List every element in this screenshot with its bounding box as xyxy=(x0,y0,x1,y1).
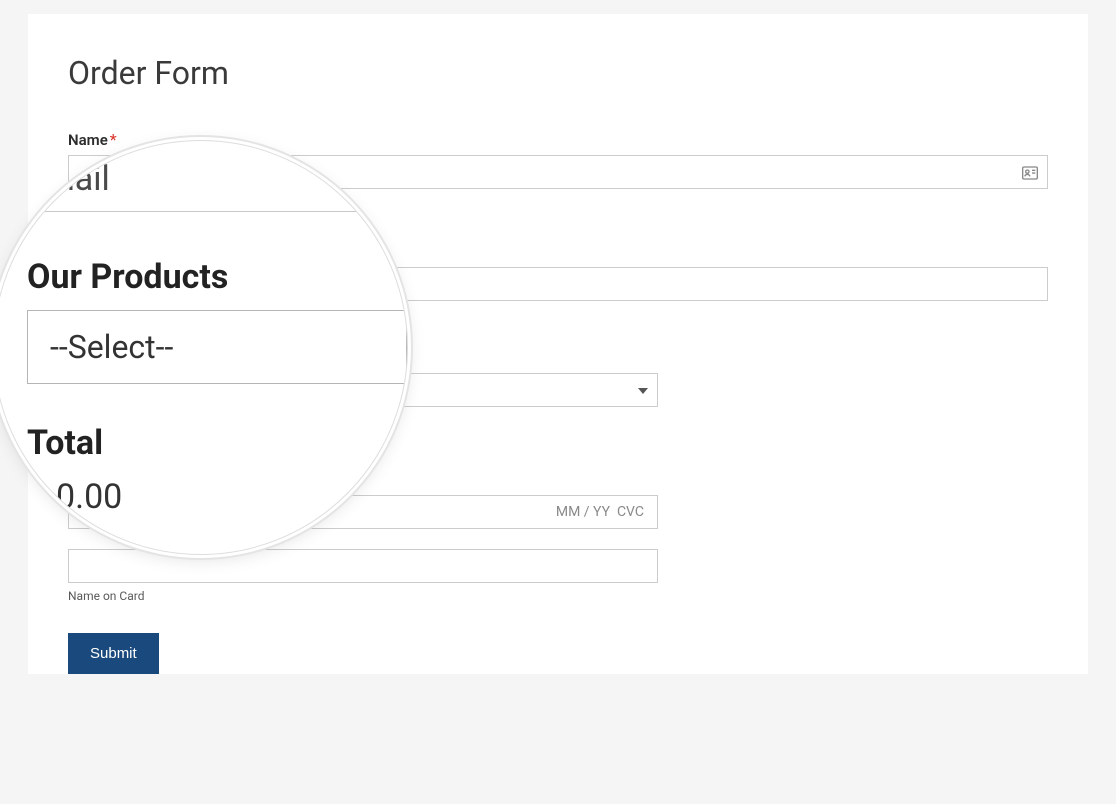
lens-products-heading: Our Products xyxy=(27,257,228,297)
submit-button[interactable]: Submit xyxy=(68,633,159,674)
lens-select-placeholder: --Select-- xyxy=(50,328,173,366)
contact-card-icon xyxy=(1022,165,1038,179)
lens-select-box: --Select-- xyxy=(27,310,407,384)
lens-total-heading: Total xyxy=(27,423,103,463)
lens-divider xyxy=(27,211,407,212)
name-on-card-label: Name on Card xyxy=(68,589,1048,603)
lens-email-fragment: nail xyxy=(56,159,110,199)
page-title: Order Form xyxy=(68,54,1048,92)
lens-total-value: 0.00 xyxy=(56,477,122,517)
magnifier-lens: nail Our Products --Select-- Total 0.00 xyxy=(0,140,408,555)
name-on-card-group: Name on Card xyxy=(68,549,1048,603)
name-on-card-input[interactable] xyxy=(68,549,658,583)
